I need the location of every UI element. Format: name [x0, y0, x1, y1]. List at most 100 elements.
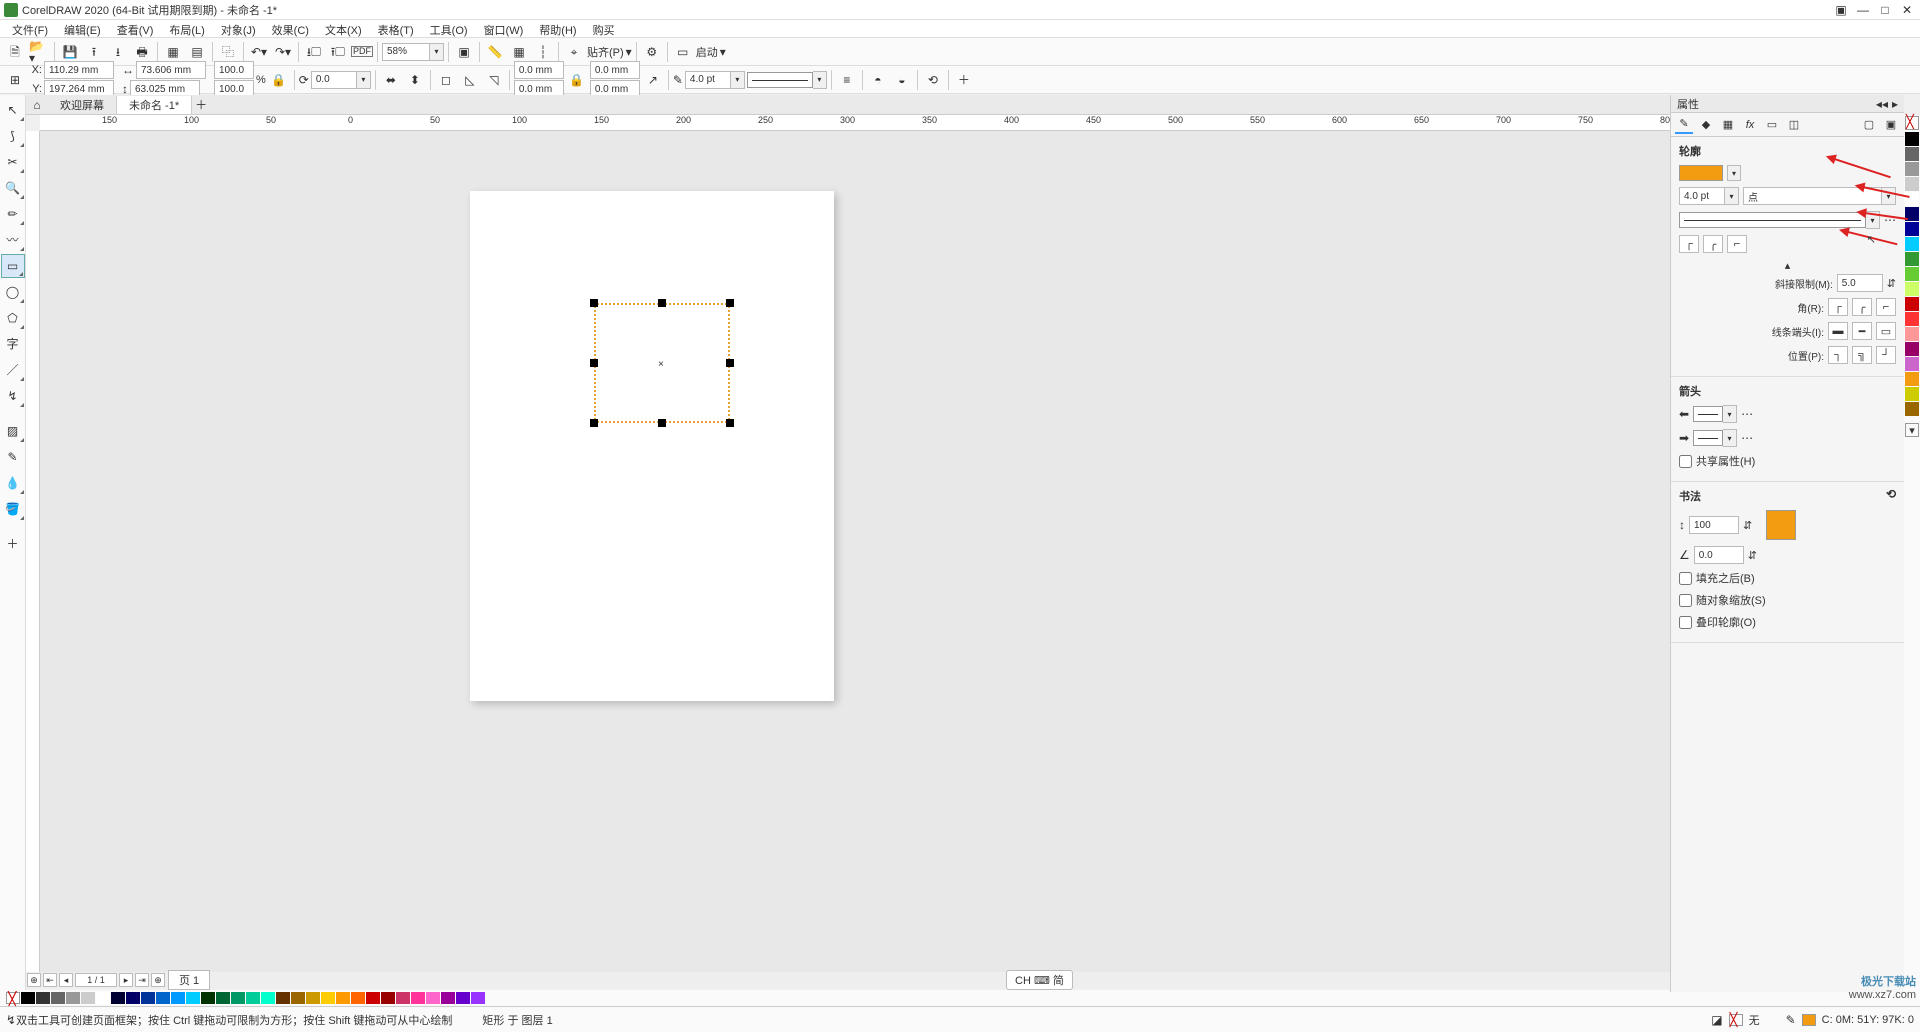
palette-swatch[interactable]: [36, 992, 50, 1004]
dropshadow-tool[interactable]: ▨: [1, 419, 25, 443]
zoom-input[interactable]: [382, 43, 430, 61]
outline-color-swatch[interactable]: [1679, 165, 1723, 181]
menu-tools[interactable]: 工具(O): [422, 20, 476, 37]
lock-ratio-button[interactable]: 🔒: [268, 69, 290, 91]
launch-icon[interactable]: ▭: [672, 41, 694, 63]
cloud-down-button[interactable]: ⭳: [107, 41, 129, 63]
fill-tool[interactable]: 🪣: [1, 497, 25, 521]
tab-document[interactable]: 未命名 -1*: [117, 96, 192, 114]
cradius-tr[interactable]: [590, 61, 640, 79]
export-button[interactable]: ⭱▢: [327, 41, 349, 63]
scale-with-row[interactable]: 随对象缩放(S): [1679, 592, 1896, 608]
ruler-horizontal[interactable]: 2001501005005010015020025030035040045050…: [40, 115, 1670, 131]
snap-icon[interactable]: ⌖: [563, 41, 585, 63]
handle-ml[interactable]: [590, 359, 598, 367]
text-tool[interactable]: 字: [1, 332, 25, 356]
handle-bl[interactable]: [590, 419, 598, 427]
palette-swatch[interactable]: [171, 992, 185, 1004]
palette-swatch[interactable]: [201, 992, 215, 1004]
colorbar-swatch[interactable]: [1905, 237, 1919, 251]
grid-button[interactable]: ▦: [508, 41, 530, 63]
wrap-text-button[interactable]: ≡: [836, 69, 858, 91]
print-button[interactable]: 🖶: [131, 41, 153, 63]
colorbar-none[interactable]: ╳: [1905, 116, 1919, 130]
add-tab-button[interactable]: ＋: [192, 96, 210, 114]
outline-width-dd[interactable]: ▾: [1725, 187, 1739, 205]
ruler-vertical[interactable]: [26, 131, 40, 972]
page-next-button[interactable]: ▸: [119, 973, 133, 987]
palette-swatch[interactable]: [321, 992, 335, 1004]
launch-dropdown[interactable]: ▾: [720, 46, 726, 58]
angle-spin[interactable]: ⇵: [1748, 549, 1757, 562]
palette-swatch[interactable]: [51, 992, 65, 1004]
front-button[interactable]: ◓: [867, 69, 889, 91]
tab-fx-icon[interactable]: fx: [1741, 116, 1759, 134]
maximize-button[interactable]: □: [1876, 3, 1894, 17]
palette-swatch[interactable]: [126, 992, 140, 1004]
callig-reset-icon[interactable]: ⟲: [1886, 488, 1896, 504]
line-style-combo[interactable]: ▾: [747, 71, 827, 89]
palette-swatch[interactable]: [426, 992, 440, 1004]
handle-tl[interactable]: [590, 299, 598, 307]
handle-tm[interactable]: [658, 299, 666, 307]
palette-swatch[interactable]: [81, 992, 95, 1004]
tab-para-icon[interactable]: ◫: [1785, 116, 1803, 134]
page-prev-button[interactable]: ◂: [59, 973, 73, 987]
menu-table[interactable]: 表格(T): [370, 20, 422, 37]
corner-opt2[interactable]: ╭: [1852, 298, 1872, 316]
colorbar-swatch[interactable]: [1905, 162, 1919, 176]
snap-label[interactable]: 贴齐(P): [587, 44, 624, 60]
arrow-start-more[interactable]: ⋯: [1741, 408, 1753, 420]
open-button[interactable]: 📂▾: [28, 41, 50, 63]
palette-swatch[interactable]: [66, 992, 80, 1004]
handle-mr[interactable]: [726, 359, 734, 367]
plus-button[interactable]: ＋: [953, 69, 975, 91]
colorbar-swatch[interactable]: [1905, 267, 1919, 281]
palette-swatch[interactable]: [141, 992, 155, 1004]
colorbar-swatch[interactable]: [1905, 342, 1919, 356]
palette-swatch[interactable]: [276, 992, 290, 1004]
polygon-tool[interactable]: ⬠: [1, 306, 25, 330]
colorbar-swatch[interactable]: [1905, 372, 1919, 386]
arrow-end-style[interactable]: [1693, 430, 1723, 446]
colorbar-swatch[interactable]: [1905, 312, 1919, 326]
palette-swatch[interactable]: [306, 992, 320, 1004]
corner-style-round[interactable]: ╭: [1703, 235, 1723, 253]
tab-transparency-icon[interactable]: ▦: [1719, 116, 1737, 134]
palette-swatch[interactable]: [291, 992, 305, 1004]
corner3-button[interactable]: ◹: [483, 69, 505, 91]
stretch-spin[interactable]: ⇵: [1743, 519, 1752, 532]
handle-br[interactable]: [726, 419, 734, 427]
palette-swatch[interactable]: [411, 992, 425, 1004]
undo-button[interactable]: ↶▾: [248, 41, 270, 63]
copy-button[interactable]: ⿻: [217, 41, 239, 63]
scalex-input[interactable]: [214, 61, 254, 79]
share-attr-row[interactable]: 共享属性(H): [1679, 453, 1896, 469]
back-button[interactable]: ◒: [891, 69, 913, 91]
palette-swatch[interactable]: [21, 992, 35, 1004]
rectangle-tool[interactable]: ▭: [1, 254, 25, 278]
mirror-v-button[interactable]: ⬍: [404, 69, 426, 91]
zoom-tool[interactable]: 🔍: [1, 176, 25, 200]
outline-width-field[interactable]: [1679, 187, 1725, 205]
eyedropper-tool[interactable]: 💧: [1, 471, 25, 495]
line-style-field[interactable]: [1679, 212, 1866, 228]
tab-mode1-icon[interactable]: ▢: [1860, 116, 1878, 134]
palette-swatch[interactable]: [366, 992, 380, 1004]
palette-swatch[interactable]: [186, 992, 200, 1004]
pos-outside[interactable]: ┐: [1828, 346, 1848, 364]
x-input[interactable]: [44, 61, 114, 79]
arrow-end-dd[interactable]: ▾: [1723, 429, 1737, 447]
pos-inside[interactable]: ┘: [1876, 346, 1896, 364]
ruler-button[interactable]: 📏: [484, 41, 506, 63]
palette-swatch[interactable]: [456, 992, 470, 1004]
close-button[interactable]: ✕: [1898, 3, 1916, 17]
colorbar-swatch[interactable]: [1905, 387, 1919, 401]
page-num-display[interactable]: 1 / 1: [75, 973, 117, 987]
guides-button[interactable]: ┆: [532, 41, 554, 63]
options-button[interactable]: ⚙: [641, 41, 663, 63]
tab-welcome[interactable]: 欢迎屏幕: [48, 96, 117, 114]
corner-lock-button[interactable]: 🔒: [566, 69, 588, 91]
scale-with-cb[interactable]: [1679, 594, 1692, 607]
menu-window[interactable]: 窗口(W): [476, 20, 532, 37]
